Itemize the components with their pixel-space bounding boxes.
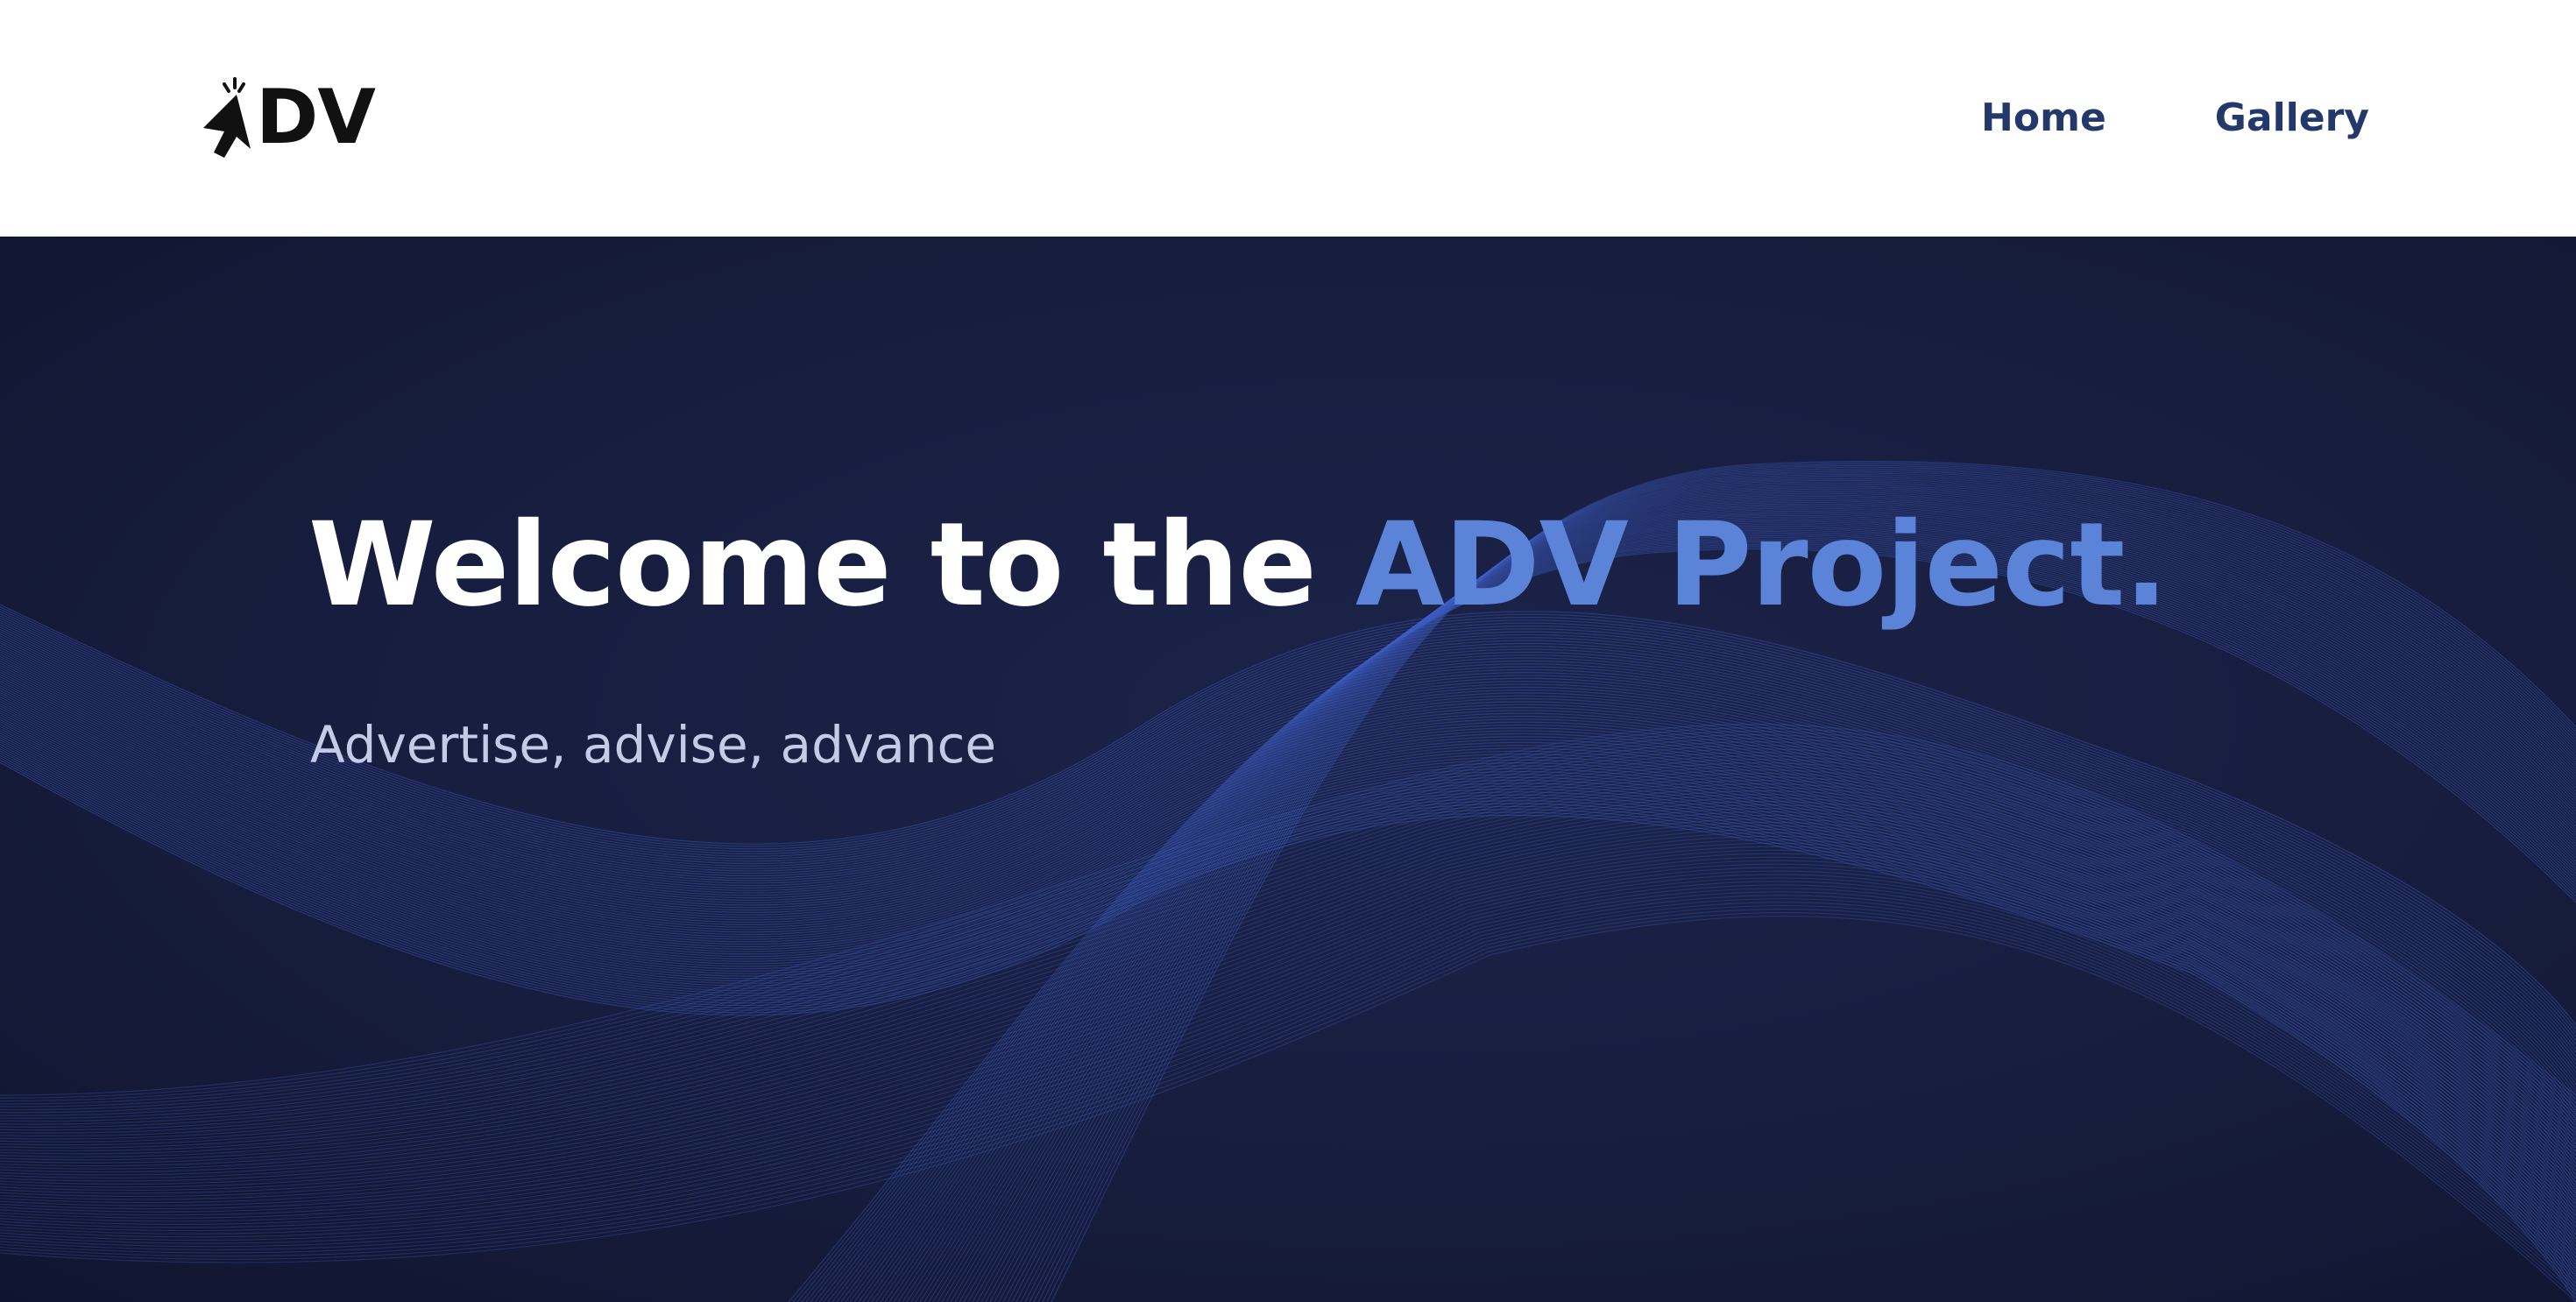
hero-title-accent: ADV Project.: [1355, 498, 2169, 633]
hero-title-main: Welcome to the: [308, 498, 1355, 633]
hero-section: Welcome to the ADV Project. Advertise, a…: [0, 237, 2576, 1302]
hero-title: Welcome to the ADV Project.: [308, 498, 2169, 633]
nav-home-link[interactable]: Home: [1981, 88, 2106, 149]
site-header: DV Home Gallery: [0, 0, 2576, 237]
logo[interactable]: DV: [198, 74, 376, 161]
hero-subtitle: Advertise, advise, advance: [310, 715, 997, 775]
nav-gallery-link[interactable]: Gallery: [2215, 88, 2369, 149]
cursor-click-icon: [203, 77, 251, 158]
logo-text: DV: [256, 74, 376, 161]
main-nav: Home Gallery: [1981, 88, 2369, 149]
